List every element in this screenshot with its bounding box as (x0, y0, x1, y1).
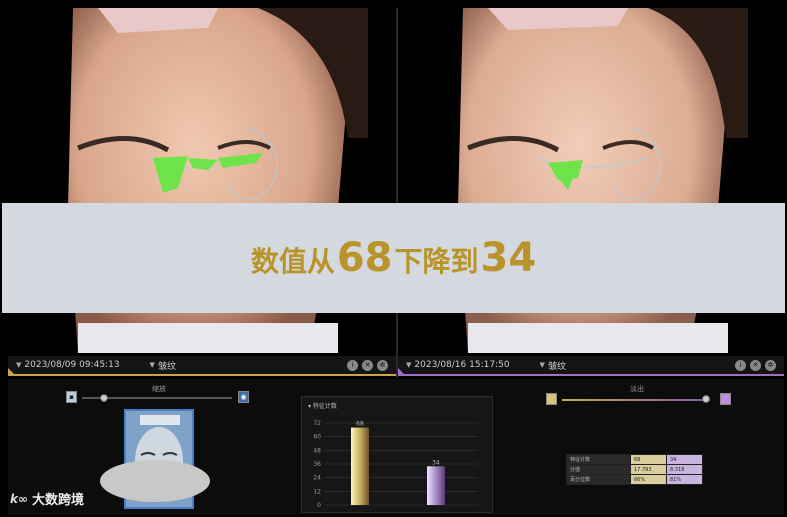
y-tick-label: 60 (313, 434, 321, 441)
bar-2023/08/09 (351, 427, 369, 505)
feature-count-chart-panel: ▾ 特征计数 0 12 24 36 48 60 72 68 34 (301, 396, 493, 513)
settings-icon[interactable]: ✲ (765, 359, 776, 371)
y-tick-label: 0 (317, 502, 321, 509)
caption-text: 数值从 68 下降到 34 (251, 235, 536, 281)
zoom-slider-handle[interactable] (100, 394, 108, 402)
chart-title[interactable]: ▾ 特征计数 (308, 401, 337, 410)
before-swatch-icon[interactable] (546, 393, 557, 405)
bottom-panel: 缩放 ▪ ◉ 淡出 k∞ 大数跨境 ▾ 特征计数 0 12 24 36 48 60 72 68… (8, 379, 784, 515)
fade-slider-handle[interactable] (702, 395, 710, 403)
date-selector-right[interactable]: 2023/08/16 15:17:50 (414, 360, 509, 370)
date-dropdown-icon[interactable]: ▼ (16, 361, 21, 369)
metric-label: 特征计数 (566, 454, 631, 465)
date-selector-left[interactable]: 2023/08/09 09:45:13 (24, 360, 119, 370)
metrics-table: 特征计数 68 34 分值 17.793 8.318 百分位数 66% 81% (566, 454, 703, 485)
before-value: 66% (630, 474, 667, 485)
close-icon[interactable]: ✕ (750, 359, 761, 371)
table-row: 特征计数 68 34 (566, 454, 703, 465)
type-dropdown-icon[interactable]: ▼ (150, 361, 155, 369)
analysis-type-right[interactable]: 皱纹 (548, 359, 566, 372)
after-swatch-icon[interactable] (720, 393, 731, 405)
caption-middle: 下降到 (394, 245, 479, 278)
analysis-type-left[interactable]: 皱纹 (158, 359, 176, 372)
after-value: 34 (666, 454, 703, 465)
settings-icon[interactable]: ✲ (377, 359, 388, 371)
y-tick-label: 72 (313, 420, 321, 427)
after-value: 8.318 (666, 464, 703, 475)
watermark: k∞ 大数跨境 (10, 489, 84, 509)
metric-label: 分值 (566, 464, 631, 475)
eye-icon[interactable]: ◉ (238, 391, 249, 403)
bar-value-label: 68 (356, 421, 364, 428)
info-icon[interactable]: i (347, 359, 358, 371)
pane-divider[interactable] (396, 8, 398, 378)
before-value: 17.793 (630, 464, 667, 475)
bar-value-label: 34 (432, 459, 440, 466)
feature-count-chart: 0 12 24 36 48 60 72 68 34 (313, 420, 478, 509)
date-dropdown-icon[interactable]: ▼ (406, 361, 411, 369)
caption-prefix: 数值从 (250, 245, 335, 278)
zoom-title: 缩放 (152, 385, 166, 393)
bar-2023/08/16 (427, 466, 445, 505)
y-tick-label: 48 (313, 447, 321, 454)
watermark-text: 大数跨境 (31, 493, 84, 508)
info-icon[interactable]: i (735, 359, 746, 371)
caption-to-value: 34 (480, 235, 537, 281)
after-value: 81% (666, 474, 703, 485)
fade-slider[interactable] (562, 399, 710, 401)
metric-label: 百分位数 (566, 474, 631, 485)
table-row: 分值 17.793 8.318 (566, 464, 703, 475)
y-tick-label: 24 (313, 475, 321, 482)
y-tick-label: 12 (313, 488, 321, 495)
before-value: 68 (630, 454, 667, 465)
y-tick-label: 36 (313, 461, 321, 468)
status-bar-right: ▼ 2023/08/16 15:17:50 ▼ 皱纹 i ✕ ✲ (398, 356, 784, 376)
zoom-out-icon[interactable]: ▪ (66, 391, 77, 403)
watermark-logo-icon: k∞ (10, 491, 28, 506)
corner-marker-gold (8, 368, 14, 374)
type-dropdown-icon[interactable]: ▼ (540, 361, 545, 369)
corner-marker-purple (398, 368, 404, 374)
fade-title: 淡出 (630, 385, 644, 393)
table-row: 百分位数 66% 81% (566, 474, 703, 485)
close-icon[interactable]: ✕ (362, 359, 373, 371)
privacy-blur (100, 460, 210, 502)
caption-banner: 数值从 68 下降到 34 (2, 203, 785, 313)
status-bar-left: ▼ 2023/08/09 09:45:13 ▼ 皱纹 i ✕ ✲ (8, 356, 396, 376)
caption-from-value: 68 (336, 235, 393, 281)
